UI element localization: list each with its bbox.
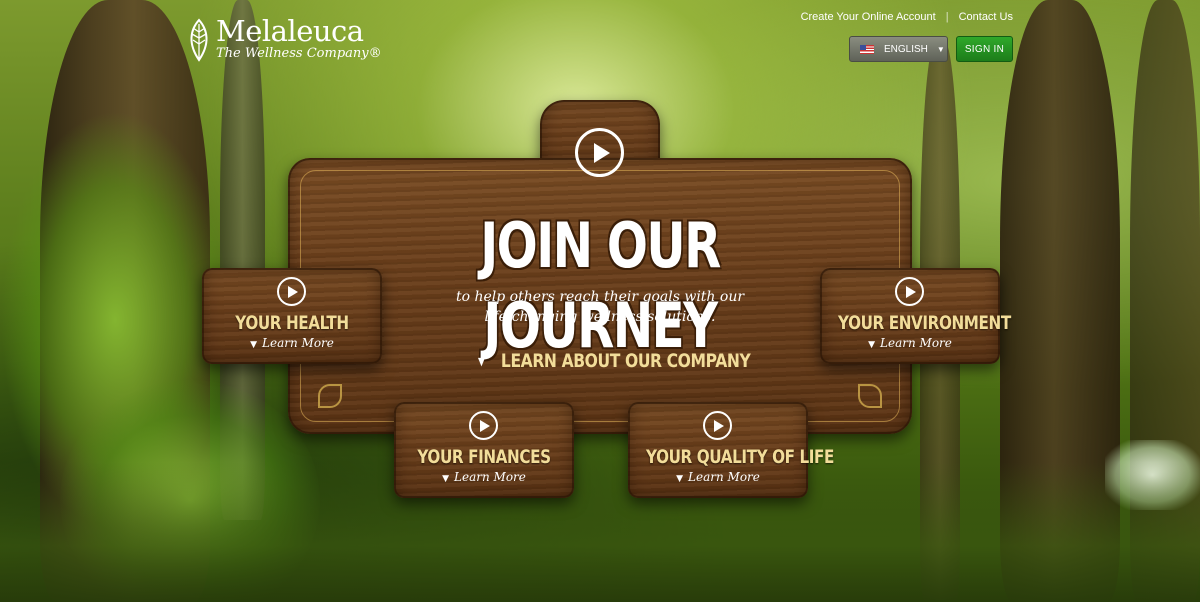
leaf-logo-icon bbox=[190, 18, 208, 62]
chevron-down-icon: ▼ bbox=[936, 44, 945, 54]
triangle-down-icon: ▼ bbox=[478, 355, 485, 368]
play-icon[interactable] bbox=[895, 277, 924, 306]
your-environment-panel[interactable]: YOUR ENVIRONMENT ▼ Learn More bbox=[820, 268, 1011, 364]
learn-more-link[interactable]: ▼ Learn More bbox=[628, 470, 808, 484]
triangle-down-icon: ▼ bbox=[442, 474, 450, 484]
brand-name: Melaleuca bbox=[216, 14, 364, 48]
your-finances-panel[interactable]: YOUR FINANCES ▼ Learn More bbox=[394, 402, 574, 498]
link-separator: | bbox=[945, 11, 949, 23]
your-quality-of-life-panel[interactable]: YOUR QUALITY OF LIFE ▼ Learn More bbox=[628, 402, 834, 498]
flourish-ornament bbox=[858, 384, 882, 408]
sign-in-button[interactable]: SIGN IN bbox=[956, 36, 1013, 62]
learn-more-label: Learn More bbox=[454, 470, 526, 484]
play-icon[interactable] bbox=[277, 277, 306, 306]
triangle-down-icon: ▼ bbox=[676, 474, 684, 484]
language-label: ENGLISH bbox=[884, 43, 928, 55]
learn-more-label: Learn More bbox=[880, 336, 952, 350]
language-selector[interactable]: ENGLISH ▼ bbox=[849, 36, 948, 62]
play-icon[interactable] bbox=[703, 411, 732, 440]
learn-more-link[interactable]: ▼ Learn More bbox=[394, 470, 574, 484]
us-flag-icon bbox=[860, 44, 874, 54]
panel-title: YOUR ENVIRONMENT bbox=[838, 312, 1011, 334]
your-health-panel[interactable]: YOUR HEALTH ▼ Learn More bbox=[202, 268, 382, 364]
learn-more-link[interactable]: ▼ Learn More bbox=[820, 336, 1000, 350]
learn-more-label: Learn More bbox=[688, 470, 760, 484]
header-links: Create Your Online Account | Contact Us bbox=[801, 11, 1013, 23]
learn-about-company-label: LEARN ABOUT OUR COMPANY bbox=[500, 350, 751, 372]
learn-about-company-link[interactable]: ▼ LEARN ABOUT OUR COMPANY bbox=[478, 350, 751, 372]
panel-title: YOUR HEALTH bbox=[235, 312, 349, 334]
main-play-icon[interactable] bbox=[575, 128, 624, 177]
panel-title: YOUR FINANCES bbox=[417, 446, 551, 468]
brand-tagline: The Wellness Company® bbox=[216, 46, 382, 61]
learn-more-link[interactable]: ▼ Learn More bbox=[202, 336, 382, 350]
create-account-link[interactable]: Create Your Online Account bbox=[801, 11, 936, 23]
triangle-down-icon: ▼ bbox=[868, 340, 876, 350]
hero-headline: JOIN OUR JOURNEY bbox=[480, 209, 721, 362]
flourish-ornament bbox=[318, 384, 342, 408]
learn-more-label: Learn More bbox=[262, 336, 334, 350]
play-icon[interactable] bbox=[469, 411, 498, 440]
panel-title: YOUR QUALITY OF LIFE bbox=[646, 446, 834, 468]
contact-us-link[interactable]: Contact Us bbox=[959, 11, 1013, 23]
background-grass bbox=[0, 462, 1200, 602]
triangle-down-icon: ▼ bbox=[250, 340, 258, 350]
